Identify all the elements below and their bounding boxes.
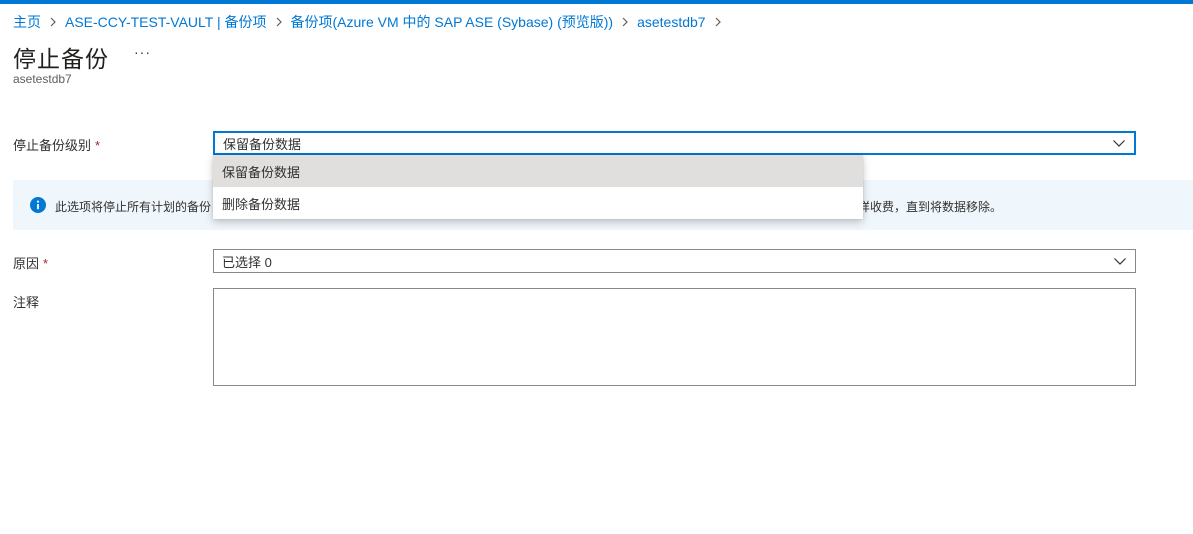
stop-level-value: 保留备份数据 bbox=[223, 136, 302, 152]
reason-value: 已选择 0 bbox=[222, 254, 272, 270]
chevron-down-icon bbox=[1113, 140, 1125, 147]
chevron-right-icon bbox=[275, 17, 283, 27]
more-actions-button[interactable]: ··· bbox=[134, 44, 151, 60]
chevron-down-icon bbox=[1114, 258, 1126, 265]
breadcrumb-backup-items[interactable]: 备份项(Azure VM 中的 SAP ASE (Sybase) (预览版)) bbox=[291, 12, 614, 32]
option-delete-backup-data[interactable]: 删除备份数据 bbox=[213, 187, 863, 219]
chevron-right-icon bbox=[714, 17, 722, 27]
info-text-end: 样收费，直到将数据移除。 bbox=[858, 200, 1003, 214]
page-subtitle: asetestdb7 bbox=[13, 72, 72, 86]
stop-level-dropdown[interactable]: 保留备份数据 bbox=[213, 131, 1136, 155]
reason-label-text: 原因 bbox=[13, 256, 40, 271]
top-accent-bar bbox=[0, 0, 1193, 4]
option-retain-backup-data[interactable]: 保留备份数据 bbox=[213, 155, 863, 187]
comment-textarea[interactable] bbox=[213, 288, 1136, 386]
required-marker: * bbox=[43, 256, 49, 271]
breadcrumb-vault[interactable]: ASE-CCY-TEST-VAULT | 备份项 bbox=[65, 12, 267, 32]
breadcrumb-db[interactable]: asetestdb7 bbox=[637, 14, 706, 30]
stop-level-label: 停止备份级别 * bbox=[13, 135, 100, 154]
info-icon bbox=[30, 197, 46, 213]
reason-dropdown[interactable]: 已选择 0 bbox=[213, 249, 1136, 273]
comment-label: 注释 bbox=[13, 295, 40, 310]
breadcrumb-home[interactable]: 主页 bbox=[13, 12, 41, 32]
chevron-right-icon bbox=[49, 17, 57, 27]
required-marker: * bbox=[95, 138, 101, 153]
breadcrumb: 主页 ASE-CCY-TEST-VAULT | 备份项 备份项(Azure VM… bbox=[13, 13, 730, 31]
page-title: 停止备份 bbox=[13, 46, 109, 72]
stop-level-options-list: 保留备份数据 删除备份数据 bbox=[213, 155, 863, 219]
reason-label: 原因 * bbox=[13, 253, 48, 272]
chevron-right-icon bbox=[621, 17, 629, 27]
stop-level-label-text: 停止备份级别 bbox=[13, 138, 92, 153]
info-text-start: 此选项将停止所有计划的备份 bbox=[55, 200, 212, 214]
